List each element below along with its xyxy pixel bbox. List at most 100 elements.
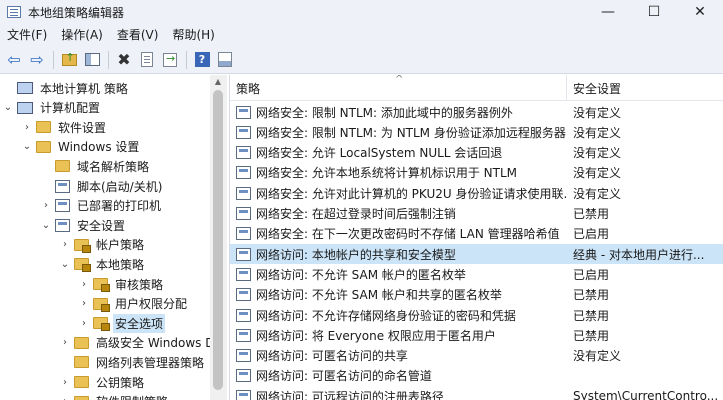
chevron-right-icon[interactable]: › [59, 337, 71, 348]
chevron-right-icon[interactable]: › [78, 279, 90, 290]
table-row[interactable]: 网络访问: 可匿名访问的共享 没有定义 [230, 346, 723, 366]
scroll-up-arrow-icon[interactable]: ▲ [213, 77, 223, 87]
show-hide-tree-button[interactable] [81, 49, 103, 71]
policy-icon [55, 179, 70, 193]
table-row[interactable]: 网络访问: 不允许存储网络身份验证的密码和凭据 已禁用 [230, 305, 723, 325]
menu-action[interactable]: 操作(A) [54, 24, 110, 46]
export-list-button[interactable] [159, 49, 181, 71]
policy-icon [55, 218, 70, 232]
tree-item-label: 安全设置 [77, 218, 126, 233]
chevron-down-icon[interactable]: ⌄ [2, 102, 14, 113]
help-button[interactable]: ? [191, 49, 213, 71]
chevron-down-icon[interactable]: ⌄ [21, 141, 33, 152]
policy-cell: 网络安全: 限制 NTLM: 添加此域中的服务器例外 [230, 104, 567, 121]
column-header-policy[interactable]: 策略 ^ [230, 75, 567, 101]
filter-button[interactable] [214, 49, 236, 71]
tree-item[interactable]: › 高级安全 Windows D [59, 333, 210, 353]
tree-item[interactable]: ⌄ 本地策略 [59, 254, 146, 274]
tree-item[interactable]: › 帐户策略 [59, 235, 146, 255]
console-tree: 本地计算机 策略 ⌄ 计算机配置 › 软件设置 ⌄ Windows 设置域名解析策略脚本(启… [0, 75, 210, 400]
security-setting-value: 已禁用 [573, 328, 610, 343]
policy-name: 网络访问: 不允许 SAM 帐户和共享的匿名枚举 [256, 288, 502, 303]
table-row[interactable]: 网络安全: 在超过登录时间后强制注销 已禁用 [230, 204, 723, 224]
tree-item[interactable]: ⌄ Windows 设置 [21, 137, 141, 157]
tree-item[interactable]: › 软件设置 [21, 117, 108, 137]
tree-item[interactable]: › 安全选项 [78, 313, 166, 333]
table-row[interactable]: 网络安全: 允许对此计算机的 PKU2U 身份验证请求使用联... 没有定义 [230, 183, 723, 203]
forward-button[interactable]: ⇨ [26, 49, 48, 71]
table-row[interactable]: 网络安全: 允许本地系统将计算机标识用于 NTLM 没有定义 [230, 163, 723, 183]
close-button[interactable]: ✕ [677, 0, 723, 24]
chevron-right-icon[interactable]: › [40, 200, 52, 211]
table-row[interactable]: 网络访问: 可匿名访问的命名管道 [230, 366, 723, 386]
chevron-down-icon[interactable]: ⌄ [40, 220, 52, 231]
policy-setting-icon [236, 146, 251, 160]
tree-item[interactable]: › 已部署的打印机 [40, 196, 163, 216]
tree-item[interactable]: 域名解析策略 [40, 156, 151, 176]
policy-name: 网络安全: 限制 NTLM: 添加此域中的服务器例外 [256, 105, 513, 120]
tree-item[interactable]: 脚本(启动/关机) [40, 176, 164, 196]
menu-file[interactable]: 文件(F) [0, 24, 54, 46]
policy-setting-icon [236, 186, 251, 200]
table-row[interactable]: 网络安全: 限制 NTLM: 为 NTLM 身份验证添加远程服务器... 没有定义 [230, 122, 723, 142]
tree-item[interactable]: 网络列表管理器策略 [59, 352, 206, 372]
tree-item[interactable]: 本地计算机 策略 [2, 78, 130, 98]
minimize-button[interactable]: — [585, 0, 631, 24]
menu-help[interactable]: 帮助(H) [165, 24, 221, 46]
help-icon: ? [194, 52, 210, 67]
chevron-right-icon[interactable]: › [59, 396, 71, 400]
policy-name: 网络访问: 不允许 SAM 帐户的匿名枚举 [256, 267, 466, 282]
maximize-button[interactable]: ☐ [631, 0, 677, 24]
properties-button[interactable] [136, 49, 158, 71]
table-row[interactable]: 网络安全: 限制 NTLM: 添加此域中的服务器例外 没有定义 [230, 102, 723, 122]
tree-item[interactable]: ⌄ 安全设置 [40, 215, 127, 235]
delete-button[interactable]: ✖ [113, 49, 135, 71]
policy-setting-icon [236, 328, 251, 342]
column-header-setting[interactable]: 安全设置 [567, 75, 723, 101]
tree-item-label: 域名解析策略 [77, 159, 150, 174]
tree-item[interactable]: › 公钥策略 [59, 372, 146, 392]
security-setting-value: 没有定义 [573, 146, 622, 161]
tree-scroll-thumb[interactable] [213, 90, 223, 390]
tree-item-label: 帐户策略 [96, 238, 145, 253]
folder-icon [74, 356, 89, 369]
table-row[interactable]: 网络安全: 允许 LocalSystem NULL 会话回退 没有定义 [230, 143, 723, 163]
policy-cell: 网络安全: 在下一次更改密码时不存储 LAN 管理器哈希值 [230, 225, 567, 242]
chevron-right-icon[interactable]: › [78, 318, 90, 329]
tree-item[interactable]: › 用户权限分配 [78, 294, 189, 314]
locked-folder-icon [74, 238, 91, 253]
table-row[interactable]: 网络安全: 在下一次更改密码时不存储 LAN 管理器哈希值 已启用 [230, 224, 723, 244]
chevron-right-icon[interactable]: › [21, 122, 33, 133]
table-row[interactable]: 网络访问: 可远程访问的注册表路径 System\CurrentContro... [230, 386, 723, 400]
chevron-down-icon[interactable]: ⌄ [59, 259, 71, 270]
policy-cell: 网络访问: 不允许 SAM 帐户和共享的匿名枚举 [230, 286, 567, 303]
chevron-right-icon[interactable]: › [59, 239, 71, 250]
up-level-button[interactable] [58, 49, 80, 71]
chevron-right-icon[interactable]: › [59, 377, 71, 388]
chevron-right-icon[interactable]: › [78, 298, 90, 309]
table-row[interactable]: 网络访问: 将 Everyone 权限应用于匿名用户 已禁用 [230, 325, 723, 345]
menu-view[interactable]: 查看(V) [110, 24, 166, 46]
table-row[interactable]: 网络访问: 本地帐户的共享和安全模型 经典 - 对本地用户进行... [230, 244, 723, 265]
properties-icon [141, 52, 153, 67]
column-label-policy: 策略 [236, 82, 261, 96]
policy-cell: 网络访问: 将 Everyone 权限应用于匿名用户 [230, 327, 567, 344]
policy-name: 网络访问: 可远程访问的注册表路径 [256, 389, 444, 400]
policy-name: 网络安全: 在下一次更改密码时不存储 LAN 管理器哈希值 [256, 227, 560, 242]
tree-item-label: 已部署的打印机 [77, 199, 162, 214]
table-row[interactable]: 网络访问: 不允许 SAM 帐户的匿名枚举 已启用 [230, 264, 723, 284]
policy-setting-icon [236, 247, 251, 261]
title-bar: 本地组策略编辑器 — ☐ ✕ [0, 0, 723, 24]
policy-cell: 网络安全: 在超过登录时间后强制注销 [230, 205, 567, 222]
locked-folder-icon [93, 317, 110, 332]
policy-cell: 网络访问: 本地帐户的共享和安全模型 [230, 246, 567, 263]
table-row[interactable]: 网络访问: 不允许 SAM 帐户和共享的匿名枚举 已禁用 [230, 285, 723, 305]
toolbar-divider [108, 50, 109, 69]
tree-item[interactable]: › 审核策略 [78, 274, 165, 294]
back-button[interactable]: ⇦ [3, 49, 25, 71]
toolbar-divider [53, 50, 54, 69]
policy-editor-icon [7, 6, 21, 18]
tree-item[interactable]: › 软件限制策略 [59, 392, 170, 400]
policy-cell: 网络安全: 允许本地系统将计算机标识用于 NTLM [230, 164, 567, 181]
tree-item[interactable]: ⌄ 计算机配置 [2, 98, 102, 118]
